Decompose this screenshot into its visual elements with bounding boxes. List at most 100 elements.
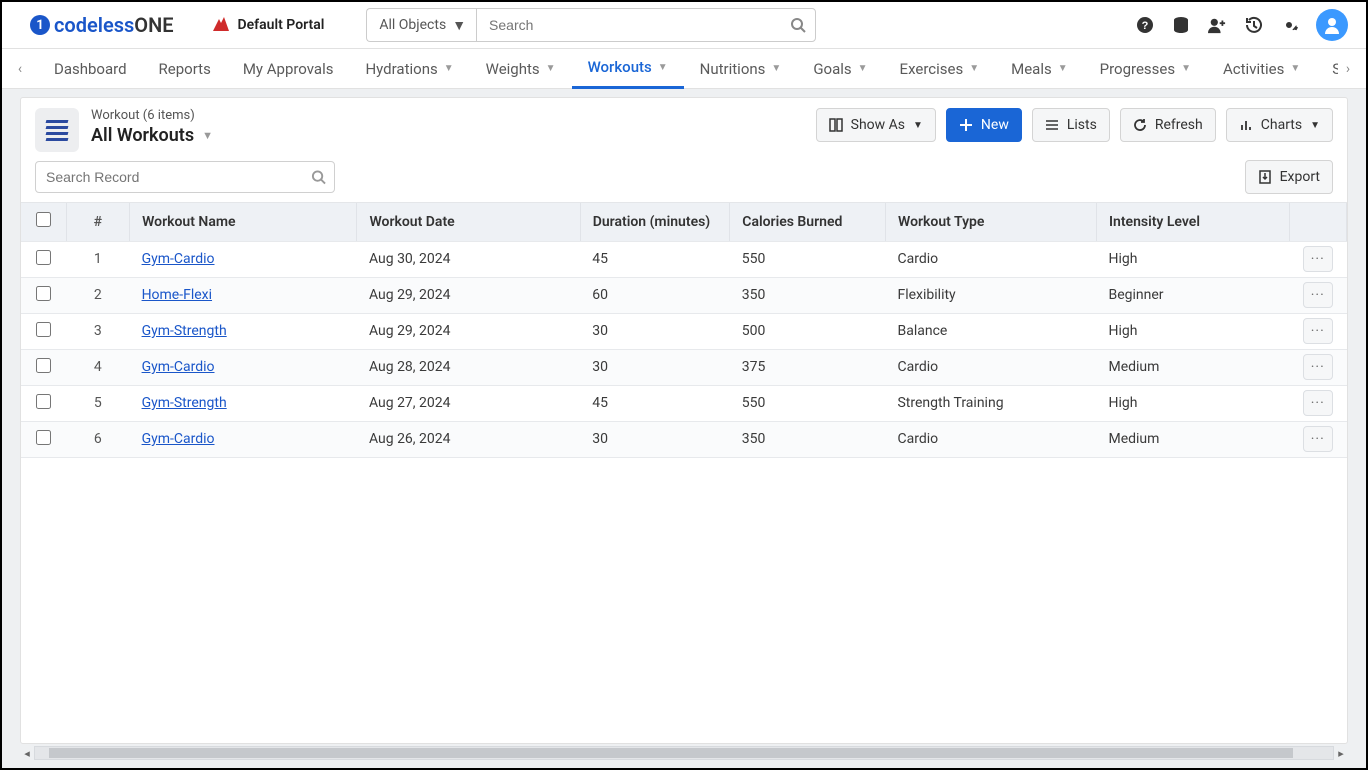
history-icon[interactable]	[1244, 16, 1262, 34]
row-checkbox[interactable]	[36, 322, 51, 337]
header-num[interactable]: #	[66, 203, 130, 241]
row-actions-button[interactable]: ···	[1303, 354, 1333, 380]
panel-subtitle: Workout (6 items)	[91, 108, 213, 123]
cell-duration: 30	[580, 421, 730, 457]
header-type[interactable]: Workout Type	[885, 203, 1096, 241]
cell-calories: 550	[730, 241, 886, 277]
row-checkbox[interactable]	[36, 286, 51, 301]
lists-button[interactable]: Lists	[1032, 108, 1110, 142]
panel-subbar: Export	[21, 160, 1347, 202]
nav-tab-label: Progresses	[1100, 60, 1175, 78]
nav-tab-my-approvals[interactable]: My Approvals	[227, 49, 350, 89]
nav-tab-exercises[interactable]: Exercises▼	[884, 49, 996, 89]
user-avatar[interactable]	[1316, 9, 1348, 41]
nav-tab-label: Meals	[1011, 60, 1052, 78]
nav-tab-label: My Approvals	[243, 60, 334, 78]
help-icon[interactable]: ?	[1136, 16, 1154, 34]
cell-type: Strength Training	[885, 385, 1096, 421]
record-search	[35, 161, 335, 193]
workout-link[interactable]: Gym-Cardio	[142, 251, 215, 267]
search-icon	[311, 170, 326, 185]
show-as-button[interactable]: Show As ▼	[816, 108, 936, 142]
row-checkbox[interactable]	[36, 358, 51, 373]
nav-tab-activities[interactable]: Activities▼	[1207, 49, 1316, 89]
cell-type: Cardio	[885, 421, 1096, 457]
global-search-input[interactable]	[476, 8, 816, 42]
select-all-checkbox[interactable]	[36, 212, 51, 227]
view-title: All Workouts	[91, 125, 194, 146]
scroll-right-arrow[interactable]: ▸	[1334, 747, 1348, 760]
svg-text:?: ?	[1142, 20, 1149, 32]
cell-duration: 30	[580, 349, 730, 385]
nav-tab-reports[interactable]: Reports	[143, 49, 227, 89]
nav-tab-meals[interactable]: Meals▼	[995, 49, 1084, 89]
nav-tab-nutritions[interactable]: Nutritions▼	[684, 49, 798, 89]
cell-type: Cardio	[885, 349, 1096, 385]
nav-tab-sleeps[interactable]: Sleeps	[1316, 49, 1338, 89]
row-actions-button[interactable]: ···	[1303, 426, 1333, 452]
header-intensity[interactable]: Intensity Level	[1096, 203, 1289, 241]
workout-link[interactable]: Gym-Cardio	[142, 431, 215, 447]
export-button[interactable]: Export	[1245, 160, 1333, 194]
cell-date: Aug 26, 2024	[357, 421, 580, 457]
nav-tab-goals[interactable]: Goals▼	[797, 49, 883, 89]
row-actions-button[interactable]: ···	[1303, 318, 1333, 344]
header-duration[interactable]: Duration (minutes)	[580, 203, 730, 241]
header-date[interactable]: Workout Date	[357, 203, 580, 241]
nav-tab-dashboard[interactable]: Dashboard	[38, 49, 143, 89]
charts-button[interactable]: Charts ▼	[1226, 108, 1333, 142]
settings-icon[interactable]	[1280, 16, 1298, 34]
row-actions-button[interactable]: ···	[1303, 246, 1333, 272]
cell-num: 6	[66, 421, 130, 457]
header-calories[interactable]: Calories Burned	[730, 203, 886, 241]
search-scope-dropdown[interactable]: All Objects ▼	[366, 8, 476, 42]
nav-tab-progresses[interactable]: Progresses ▼	[1084, 49, 1207, 89]
nav-tab-weights[interactable]: Weights▼	[470, 49, 572, 89]
cell-intensity: Medium	[1096, 421, 1289, 457]
add-user-icon[interactable]	[1208, 16, 1226, 34]
horizontal-scrollbar[interactable]: ◂ ▸	[20, 744, 1348, 762]
new-button[interactable]: New	[946, 108, 1022, 142]
portal-selector[interactable]: Default Portal	[212, 17, 325, 33]
workout-link[interactable]: Home-Flexi	[142, 287, 212, 303]
row-checkbox[interactable]	[36, 430, 51, 445]
view-selector[interactable]: All Workouts ▼	[91, 125, 213, 146]
cell-type: Balance	[885, 313, 1096, 349]
portal-icon	[212, 17, 230, 33]
table-row: 3Gym-StrengthAug 29, 202430500BalanceHig…	[21, 313, 1347, 349]
workout-link[interactable]: Gym-Strength	[142, 323, 227, 339]
nav-tab-workouts[interactable]: Workouts▼	[572, 49, 684, 89]
header-name[interactable]: Workout Name	[130, 203, 357, 241]
table-row: 1Gym-CardioAug 30, 202445550CardioHigh··…	[21, 241, 1347, 277]
app-logo[interactable]: 1 codelessONE	[30, 13, 174, 37]
row-actions-button[interactable]: ···	[1303, 390, 1333, 416]
nav-scroll-right[interactable]: ›	[1338, 61, 1358, 77]
caret-down-icon: ▼	[202, 129, 213, 142]
scroll-thumb[interactable]	[49, 748, 1293, 758]
show-as-label: Show As	[851, 117, 905, 133]
caret-down-icon: ▼	[1181, 63, 1191, 74]
database-icon[interactable]	[1172, 16, 1190, 34]
cell-intensity: High	[1096, 241, 1289, 277]
workout-link[interactable]: Gym-Strength	[142, 395, 227, 411]
export-label: Export	[1280, 169, 1320, 185]
workout-link[interactable]: Gym-Cardio	[142, 359, 215, 375]
nav-tab-label: Weights	[486, 60, 540, 78]
cell-calories: 350	[730, 277, 886, 313]
refresh-label: Refresh	[1155, 117, 1203, 133]
scroll-track[interactable]	[34, 746, 1334, 760]
caret-down-icon: ▼	[452, 17, 466, 34]
caret-down-icon: ▼	[858, 63, 868, 74]
cell-duration: 30	[580, 313, 730, 349]
portal-label: Default Portal	[238, 17, 325, 33]
refresh-button[interactable]: Refresh	[1120, 108, 1216, 142]
cell-num: 5	[66, 385, 130, 421]
nav-tab-hydrations[interactable]: Hydrations▼	[349, 49, 469, 89]
row-checkbox[interactable]	[36, 394, 51, 409]
row-checkbox[interactable]	[36, 250, 51, 265]
scroll-left-arrow[interactable]: ◂	[20, 747, 34, 760]
row-actions-button[interactable]: ···	[1303, 282, 1333, 308]
object-icon	[35, 108, 79, 152]
record-search-input[interactable]	[35, 161, 335, 193]
nav-scroll-left[interactable]: ‹	[10, 61, 30, 77]
